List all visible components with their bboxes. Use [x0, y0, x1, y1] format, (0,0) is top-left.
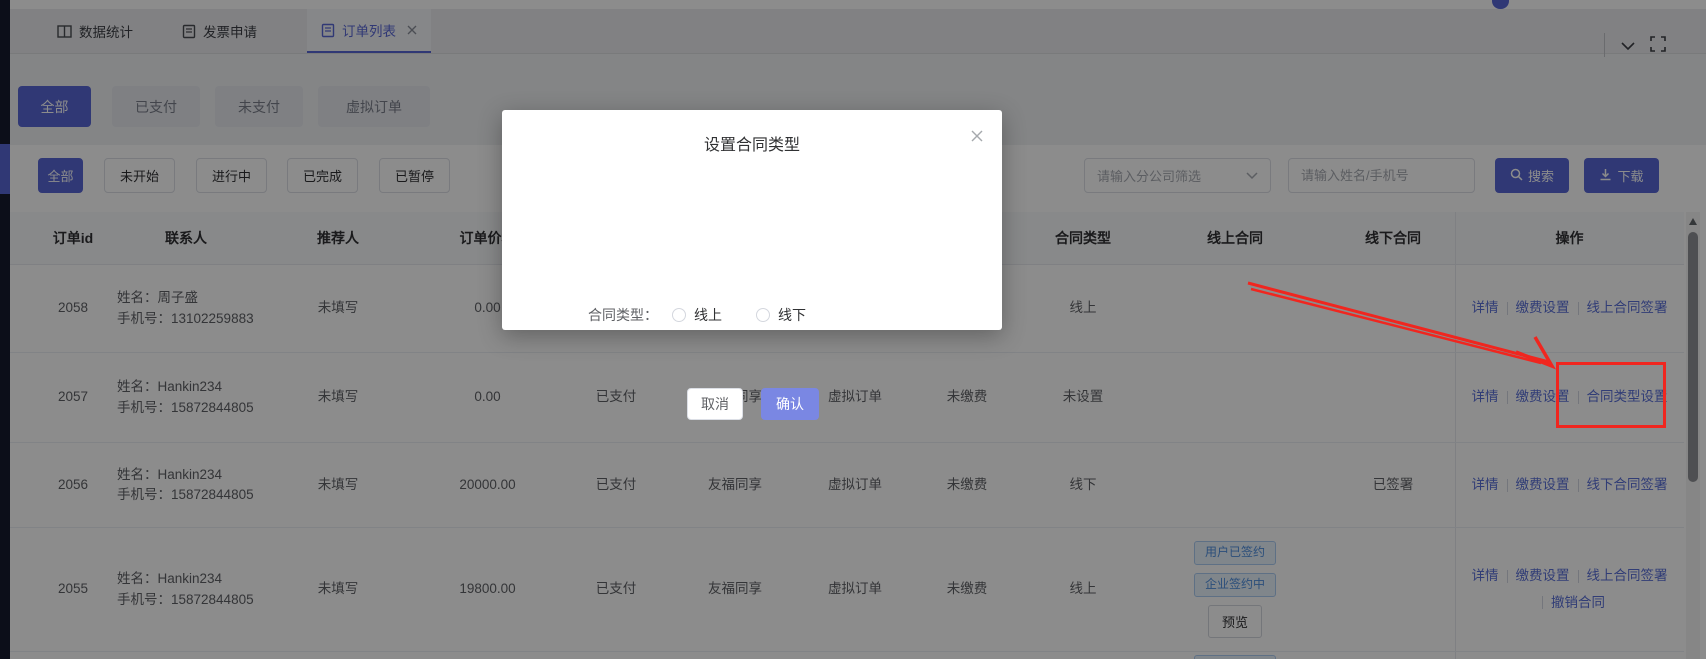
dialog-title: 设置合同类型 — [502, 131, 1002, 155]
cancel-button[interactable]: 取消 — [687, 388, 743, 420]
close-icon[interactable] — [968, 127, 986, 145]
set-contract-type-dialog: 设置合同类型 合同类型： 线上 线下 取消 确认 — [502, 110, 1002, 330]
radio-offline[interactable]: 线下 — [756, 305, 806, 325]
contract-type-label: 合同类型： — [588, 305, 658, 325]
radio-circle-icon — [672, 308, 686, 322]
radio-label: 线上 — [694, 305, 722, 325]
confirm-button[interactable]: 确认 — [761, 388, 819, 420]
radio-circle-icon — [756, 308, 770, 322]
radio-label: 线下 — [778, 305, 806, 325]
radio-online[interactable]: 线上 — [672, 305, 722, 325]
